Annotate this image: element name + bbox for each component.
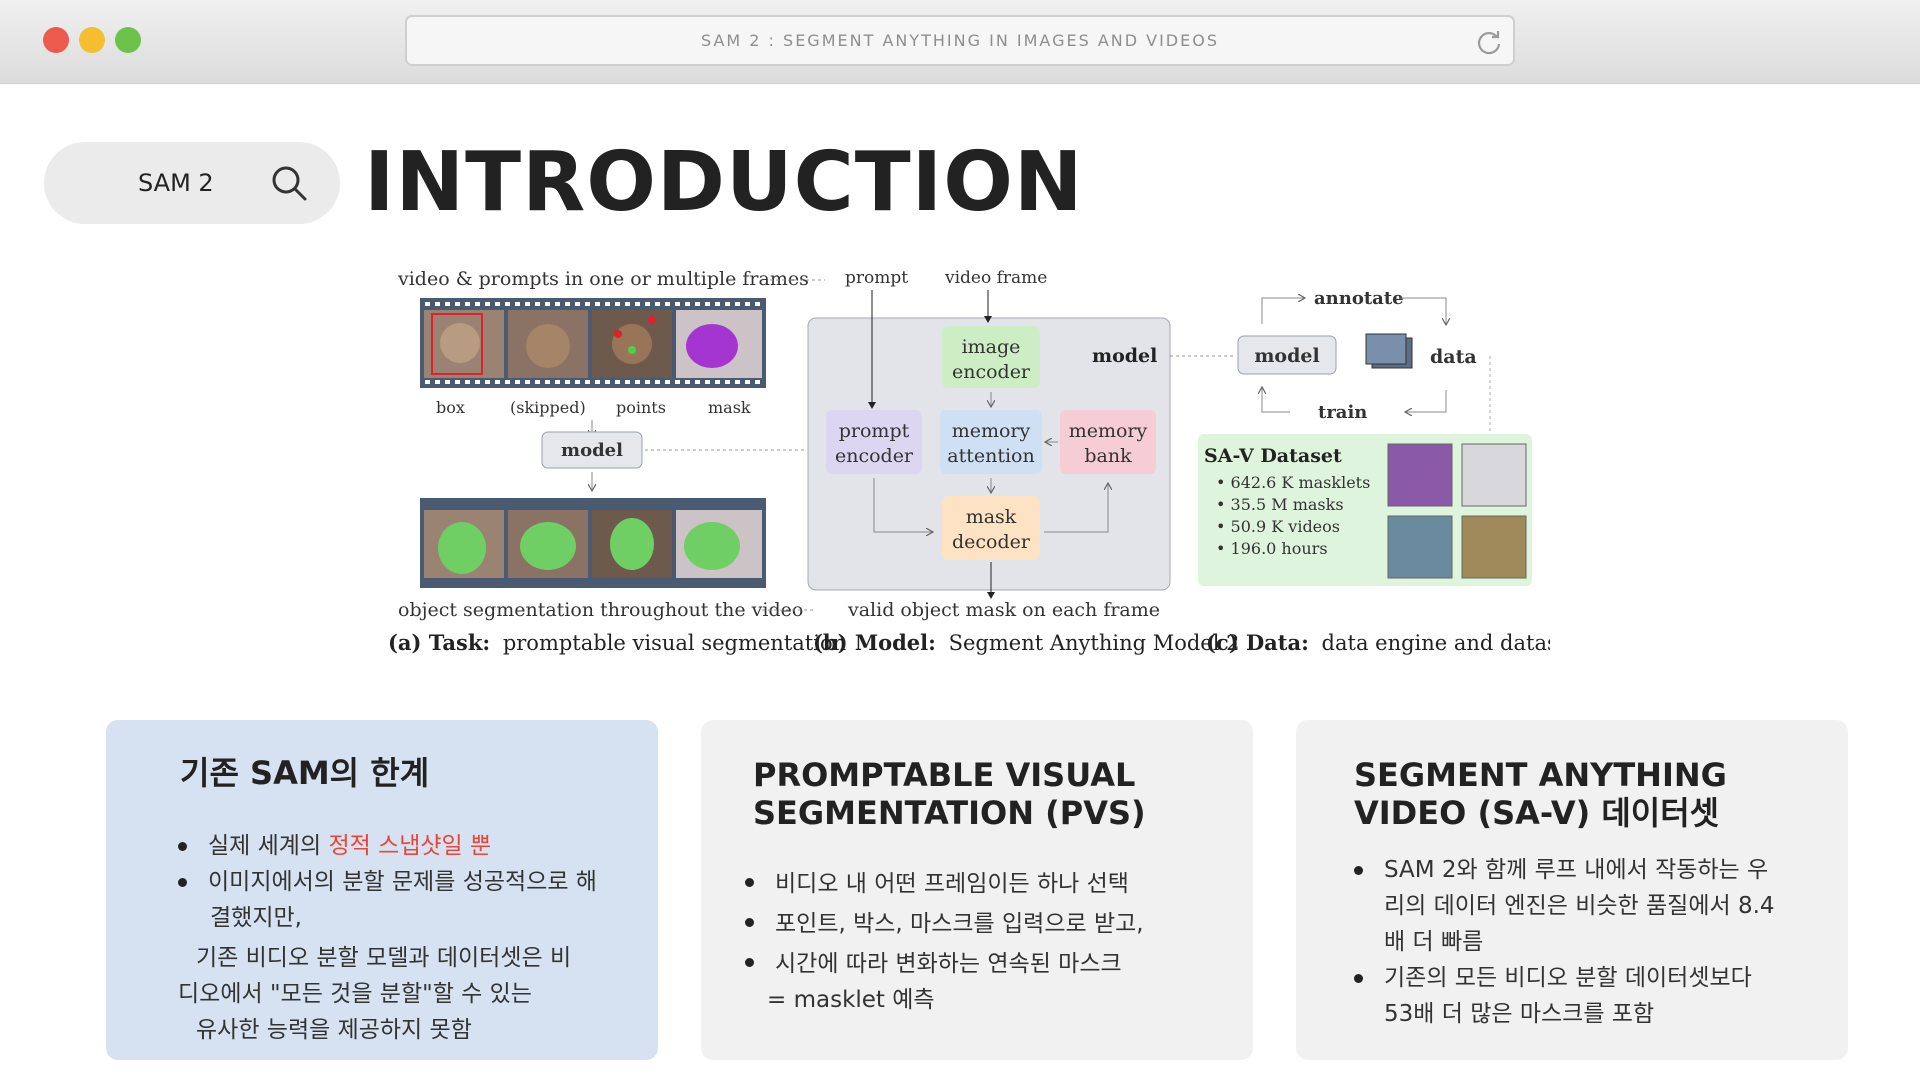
memory-bank-label-1: memory — [1069, 420, 1148, 442]
card-1-item-1: 실제 세계의 정적 스냅샷일 뿐 — [178, 828, 638, 864]
card-sav-dataset: SEGMENT ANYTHING VIDEO (SA-V) 데이터셋 SAM 2… — [1296, 720, 1848, 1060]
memory-attention-label-1: memory — [952, 420, 1031, 442]
sam2-overview-figure: video & prompts in one or multiple frame… — [370, 258, 1550, 678]
card-1-list: 실제 세계의 정적 스냅샷일 뿐 이미지에서의 분할 문제를 성공적으로 해 결… — [178, 828, 638, 936]
data-thumbnail-stack — [1365, 333, 1413, 369]
task-caption-bold: (a) Task: — [388, 630, 490, 655]
sav-stat-3: • 50.9 K videos — [1216, 517, 1340, 536]
browser-toolbar: SAM 2 : SEGMENT ANYTHING IN IMAGES AND V… — [0, 0, 1920, 84]
frame-label-points: points — [616, 398, 666, 417]
mask-decoder-label-1: mask — [966, 506, 1017, 528]
card-1-extra-line-1: 기존 비디오 분할 모델과 데이터셋은 비 — [196, 945, 572, 971]
sav-stat-2: • 35.5 M masks — [1216, 495, 1344, 514]
mask-decoder-label-2: decoder — [952, 531, 1031, 553]
address-bar-title: SAM 2 : SEGMENT ANYTHING IN IMAGES AND V… — [701, 31, 1219, 50]
model-output-label: valid object mask on each frame — [847, 599, 1160, 621]
model-tag: model — [1092, 345, 1157, 367]
card-2-item-2: 포인트, 박스, 마스크를 입력으로 받고, — [745, 904, 1225, 944]
card-3-list: SAM 2와 함께 루프 내에서 작동하는 우 리의 데이터 엔진은 비슷한 품… — [1354, 852, 1824, 1032]
card-2-item-1: 비디오 내 어떤 프레임이든 하나 선택 — [745, 864, 1225, 904]
model-caption: (b) Model: Segment Anything Model 2 — [813, 630, 1239, 655]
frame-label-box: box — [436, 398, 465, 417]
image-encoder-label-1: image — [962, 336, 1021, 358]
address-bar[interactable]: SAM 2 : SEGMENT ANYTHING IN IMAGES AND V… — [405, 15, 1515, 66]
search-pill[interactable]: SAM 2 — [44, 142, 340, 224]
page-title: INTRODUCTION — [364, 135, 1084, 230]
card-1-extra-line-2: 디오에서 "모든 것을 분할"할 수 있는 — [178, 981, 532, 1007]
model-prompt-label: prompt — [845, 268, 908, 288]
frame-label-mask: mask — [708, 398, 751, 417]
figure-svg: video & prompts in one or multiple frame… — [388, 268, 1550, 655]
search-label: SAM 2 — [138, 169, 214, 197]
card-2-extra-line: = masklet 예측 — [767, 987, 935, 1013]
card-3-title: SEGMENT ANYTHING VIDEO (SA-V) 데이터셋 — [1354, 756, 1727, 832]
model-caption-bold: (b) Model: — [813, 630, 936, 655]
data-caption: (c) Data: data engine and dataset — [1206, 630, 1550, 655]
data-annotate-label: annotate — [1314, 288, 1404, 309]
memory-attention-label-2: attention — [947, 445, 1034, 467]
task-model-label: model — [561, 440, 623, 461]
output-film-strip — [420, 498, 766, 588]
image-encoder-label-2: encoder — [952, 361, 1031, 383]
sav-stat-1: • 642.6 K masklets — [1216, 473, 1370, 492]
card-2-item-3: 시간에 따라 변화하는 연속된 마스크 — [745, 944, 1225, 984]
input-film-strip — [420, 298, 766, 388]
card-2-title: PROMPTABLE VISUAL SEGMENTATION (PVS) — [753, 756, 1146, 832]
card-1-title: 기존 SAM의 한계 — [180, 754, 430, 792]
sav-dataset-title: SA-V Dataset — [1204, 445, 1342, 467]
reload-icon[interactable] — [1475, 28, 1503, 56]
maximize-window-button[interactable] — [115, 27, 141, 53]
minimize-window-button[interactable] — [79, 27, 105, 53]
card-2-list: 비디오 내 어떤 프레임이든 하나 선택 포인트, 박스, 마스크를 입력으로 … — [745, 864, 1225, 984]
card-pvs: PROMPTABLE VISUAL SEGMENTATION (PVS) 비디오… — [701, 720, 1253, 1060]
task-caption: (a) Task: promptable visual segmentation — [388, 630, 846, 655]
task-caption-rest: promptable visual segmentation — [503, 631, 846, 655]
model-caption-rest: Segment Anything Model 2 — [949, 631, 1240, 655]
sav-stat-4: • 196.0 hours — [1216, 539, 1328, 558]
data-caption-bold: (c) Data: — [1206, 630, 1309, 655]
data-train-label: train — [1318, 402, 1367, 423]
data-model-label: model — [1254, 345, 1319, 367]
prompt-encoder-label-1: prompt — [839, 420, 910, 442]
card-3-item-1: SAM 2와 함께 루프 내에서 작동하는 우 리의 데이터 엔진은 비슷한 품… — [1354, 852, 1824, 960]
close-window-button[interactable] — [43, 27, 69, 53]
data-data-label: data — [1430, 346, 1477, 368]
model-video-frame-label: video frame — [944, 268, 1047, 288]
task-top-label: video & prompts in one or multiple frame… — [397, 268, 809, 290]
task-bottom-label: object segmentation throughout the video — [398, 599, 803, 621]
card-sam-limitations: 기존 SAM의 한계 실제 세계의 정적 스냅샷일 뿐 이미지에서의 분할 문제… — [106, 720, 658, 1060]
card-1-item-1-accent: 정적 스냅샷일 뿐 — [328, 833, 492, 859]
card-3-item-2: 기존의 모든 비디오 분할 데이터셋보다 53배 더 많은 마스크를 포함 — [1354, 960, 1824, 1032]
frame-label-skipped: (skipped) — [510, 398, 586, 417]
card-1-extra-line-3: 유사한 능력을 제공하지 못함 — [196, 1017, 472, 1043]
prompt-encoder-label-2: encoder — [835, 445, 914, 467]
search-icon[interactable] — [270, 164, 308, 202]
card-1-item-2: 이미지에서의 분할 문제를 성공적으로 해 결했지만, — [178, 864, 638, 936]
memory-bank-label-2: bank — [1084, 445, 1132, 467]
data-caption-rest: data engine and dataset — [1322, 631, 1550, 655]
